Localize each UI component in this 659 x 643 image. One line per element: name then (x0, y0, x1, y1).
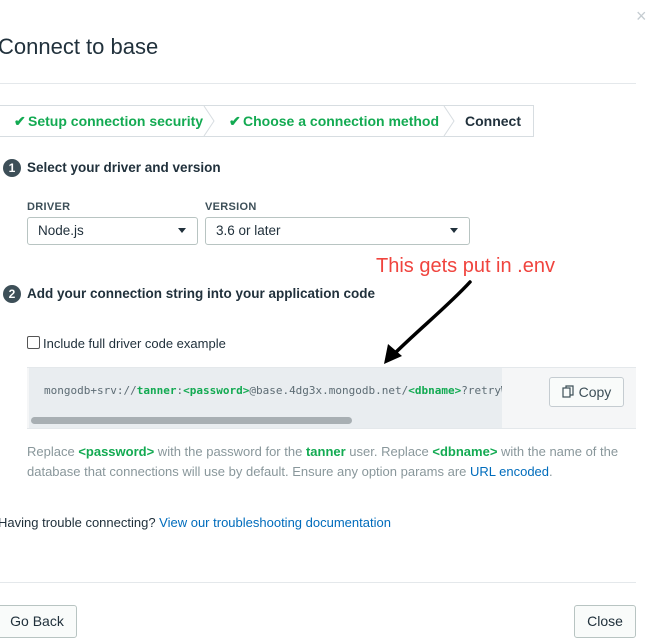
note-text: Replace (27, 444, 79, 459)
note-text: user. Replace (345, 444, 433, 459)
conn-password-placeholder: <password> (183, 384, 250, 397)
check-icon: ✔ (14, 113, 26, 129)
troubleshooting-link[interactable]: View our troubleshooting documentation (159, 515, 391, 530)
connection-string[interactable]: mongodb+srv://tanner:<password>@base.4dg… (44, 384, 502, 397)
copy-icon (562, 385, 574, 398)
chevron-right-icon (443, 106, 455, 136)
connection-string-panel: mongodb+srv://tanner:<password>@base.4dg… (27, 367, 636, 429)
close-button[interactable]: Close (574, 605, 636, 638)
copy-button-label: Copy (578, 384, 612, 400)
version-label: VERSION (205, 201, 257, 213)
note-user: tanner (305, 444, 346, 459)
connection-string-box[interactable]: mongodb+srv://tanner:<password>@base.4dg… (29, 368, 502, 428)
version-select-value: 3.6 or later (216, 223, 281, 238)
step-label: Setup connection security (28, 113, 204, 129)
copy-button[interactable]: Copy (549, 377, 624, 407)
horizontal-scrollbar[interactable] (31, 417, 352, 424)
step-choose-method[interactable]: ✔ Choose a connection method (229, 106, 439, 136)
modal-title: Connect to base (0, 34, 159, 59)
step-setup-security[interactable]: ✔ Setup connection security (14, 106, 203, 136)
troubleshooting-row: Having trouble connecting? View our trou… (0, 515, 391, 530)
conn-user: tanner (136, 384, 177, 397)
include-driver-example-checkbox[interactable]: Include full driver code example (27, 336, 226, 351)
divider (0, 83, 636, 84)
note-dbname: <dbname> (432, 444, 498, 459)
section-heading-driver: Select your driver and version (27, 160, 221, 175)
chevron-right-icon (203, 106, 215, 136)
caret-down-icon (450, 228, 458, 233)
go-back-button[interactable]: Go Back (0, 605, 77, 638)
conn-dbname-placeholder: <dbname> (408, 384, 462, 397)
replace-instructions: Replace <password> with the password for… (27, 442, 632, 482)
step-label: Connect (465, 113, 521, 129)
version-select[interactable]: 3.6 or later (205, 217, 470, 245)
checkbox-box[interactable] (27, 336, 40, 349)
checkbox-label: Include full driver code example (43, 336, 226, 351)
step-breadcrumb: ✔ Setup connection security ✔ Choose a con… (0, 105, 534, 137)
section-heading-connection-string: Add your connection string into your app… (27, 286, 376, 301)
note-text: . (549, 464, 553, 479)
step-label: Choose a connection method (243, 113, 440, 129)
divider (0, 582, 636, 583)
driver-label: DRIVER (27, 201, 71, 213)
check-icon: ✔ (229, 113, 241, 129)
step-connect[interactable]: Connect (465, 106, 521, 136)
conn-suffix: ?retryWrites=true&w=majority (461, 384, 502, 397)
annotation-arrow (384, 280, 472, 364)
driver-select[interactable]: Node.js (27, 217, 198, 245)
driver-select-value: Node.js (38, 223, 84, 238)
url-encoded-link[interactable]: URL encoded (470, 464, 549, 479)
annotation-text: This gets put in .env (376, 255, 555, 277)
conn-host: @base.4dg3x.mongodb.net/ (249, 384, 409, 397)
close-icon[interactable]: × (636, 6, 647, 27)
conn-prefix: mongodb+srv:// (44, 384, 137, 397)
note-text: with the password for the (154, 444, 306, 459)
step-number-badge: 1 (3, 159, 21, 177)
trouble-text: Having trouble connecting? (0, 515, 160, 530)
caret-down-icon (178, 228, 186, 233)
step-number-badge: 2 (3, 285, 21, 303)
note-password: <password> (78, 444, 155, 459)
